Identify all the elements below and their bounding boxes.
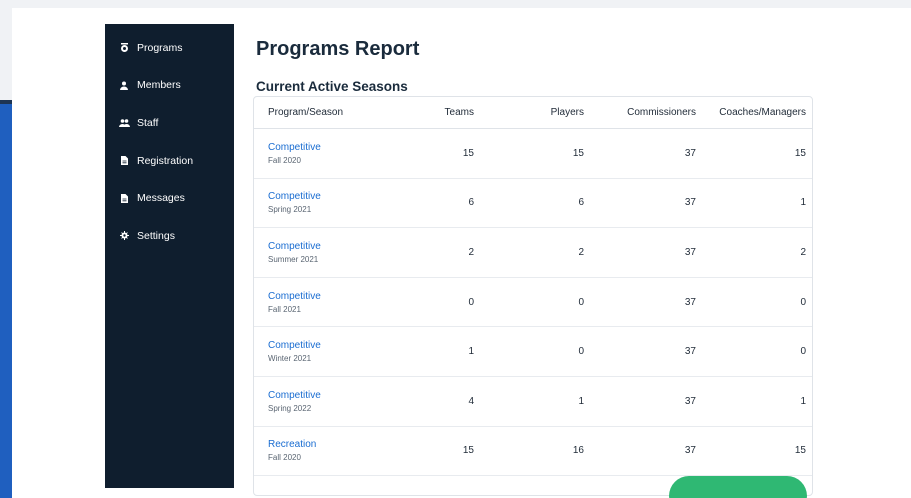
section-title: Current Active Seasons [256, 79, 408, 94]
coaches-cell: 0 [800, 346, 806, 358]
program-link[interactable]: Competitive [268, 241, 404, 252]
season-label: Fall 2021 [268, 304, 301, 314]
main-content: Programs Report Current Active Seasons P… [234, 24, 911, 496]
header-commissioners: Commissioners [627, 107, 696, 118]
players-cell: 1 [578, 395, 584, 407]
sidebar-item-staff[interactable]: Staff [105, 104, 234, 142]
coaches-cell: 2 [800, 246, 806, 258]
sidebar-item-label: Programs [137, 41, 183, 54]
table-row: Recreation Fall 2020 15 16 37 15 [254, 427, 812, 477]
coaches-cell: 1 [800, 395, 806, 407]
file-icon [117, 193, 131, 203]
header-players: Players [550, 107, 584, 118]
season-label: Winter 2021 [268, 354, 312, 364]
table-row: Competitive Fall 2020 15 15 37 15 [254, 129, 812, 179]
table-row: Competitive Summer 2021 2 2 37 2 [254, 228, 812, 278]
user-icon [117, 81, 131, 90]
coaches-cell: 15 [794, 147, 806, 159]
season-label: Summer 2021 [268, 254, 319, 264]
program-link[interactable]: Competitive [268, 291, 404, 302]
page-title: Programs Report [256, 38, 420, 60]
teams-cell: 2 [468, 246, 474, 258]
header-coaches-managers: Coaches/Managers [719, 107, 806, 118]
program-link[interactable]: Competitive [268, 390, 404, 401]
teams-cell: 1 [468, 346, 474, 358]
commissioners-cell: 37 [684, 296, 696, 308]
season-label: Fall 2020 [268, 453, 301, 463]
commissioners-cell: 37 [684, 246, 696, 258]
coaches-cell: 15 [794, 445, 806, 457]
players-cell: 2 [578, 246, 584, 258]
program-link[interactable]: Competitive [268, 142, 404, 153]
header-teams: Teams [444, 107, 474, 118]
players-cell: 0 [578, 346, 584, 358]
season-label: Spring 2021 [268, 205, 312, 215]
sidebar-item-registration[interactable]: Registration [105, 142, 234, 180]
commissioners-cell: 37 [684, 395, 696, 407]
sidebar-item-label: Registration [137, 154, 194, 167]
teams-cell: 15 [462, 147, 474, 159]
commissioners-cell: 37 [684, 445, 696, 457]
background-strip [0, 104, 12, 498]
players-cell: 6 [578, 197, 584, 209]
header-program-season: Program/Season [268, 107, 344, 118]
sidebar: Programs Members Staff Registration Mess… [105, 24, 234, 488]
commissioners-cell: 37 [684, 346, 696, 358]
players-cell: 15 [572, 147, 584, 159]
floating-action-button[interactable] [669, 476, 807, 498]
players-cell: 16 [572, 445, 584, 457]
programs-table: Program/Season Teams Players Commissione… [253, 96, 813, 496]
season-label: Fall 2020 [268, 155, 301, 165]
coaches-cell: 1 [800, 197, 806, 209]
program-link[interactable]: Recreation [268, 439, 404, 450]
file-icon [117, 156, 131, 166]
table-row: Competitive Spring 2022 4 1 37 1 [254, 377, 812, 427]
users-icon [117, 119, 131, 127]
table-row: Competitive Fall 2021 0 0 37 0 [254, 278, 812, 328]
sidebar-item-settings[interactable]: Settings [105, 217, 234, 255]
table-row: Competitive Spring 2021 6 6 37 1 [254, 179, 812, 229]
season-label: Spring 2022 [268, 403, 312, 413]
teams-cell: 4 [468, 395, 474, 407]
sidebar-item-label: Members [137, 79, 181, 92]
commissioners-cell: 37 [684, 197, 696, 209]
sidebar-item-label: Messages [137, 192, 185, 205]
sidebar-item-label: Staff [137, 116, 159, 129]
teams-cell: 15 [462, 445, 474, 457]
program-link[interactable]: Competitive [268, 340, 404, 351]
gear-icon [117, 231, 131, 241]
coaches-cell: 0 [800, 296, 806, 308]
players-cell: 0 [578, 296, 584, 308]
table-row: Competitive Winter 2021 1 0 37 0 [254, 327, 812, 377]
sidebar-item-programs[interactable]: Programs [105, 29, 234, 67]
sidebar-item-label: Settings [137, 229, 175, 242]
sidebar-item-messages[interactable]: Messages [105, 179, 234, 217]
sidebar-item-members[interactable]: Members [105, 67, 234, 105]
teams-cell: 0 [468, 296, 474, 308]
table-header: Program/Season Teams Players Commissione… [254, 97, 812, 129]
teams-cell: 6 [468, 197, 474, 209]
program-link[interactable]: Competitive [268, 191, 404, 202]
commissioners-cell: 37 [684, 147, 696, 159]
programs-icon [117, 42, 131, 53]
